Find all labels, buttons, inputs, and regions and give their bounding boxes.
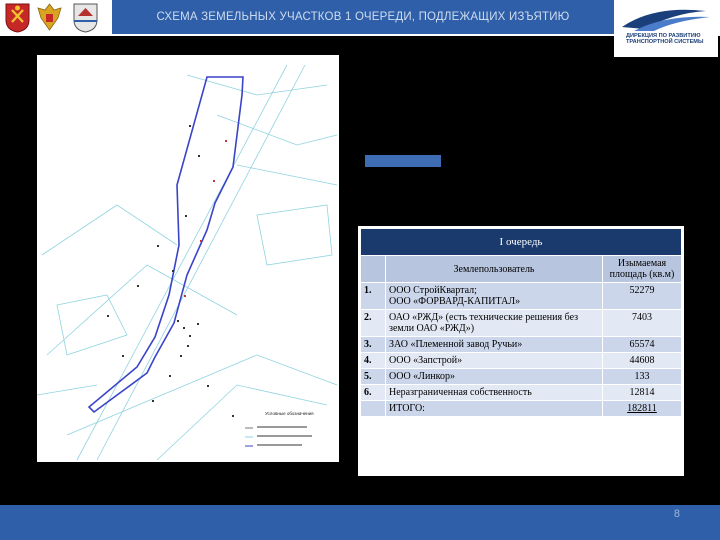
seizure-table: I очередь Землепользователь Изымаемая пл… — [358, 226, 684, 476]
page-number: 8 — [673, 508, 680, 520]
blue-marker-bar — [365, 155, 441, 167]
column-header-area: Изымаемая площадь (кв.м) — [602, 255, 682, 283]
eagle-emblem-icon — [37, 3, 62, 31]
region-shield-icon — [73, 3, 98, 33]
logo-text: ДИРЕКЦИЯ ПО РАЗВИТИЮ ТРАНСПОРТНОЙ СИСТЕМ… — [626, 33, 704, 46]
table-row: 6. Неразграниченная собственность 12814 — [360, 384, 682, 401]
map-drawing: Условные обозначения — [36, 64, 338, 461]
table-row: 3. ЗАО «Племенной завод Ручьи» 65574 — [360, 336, 682, 353]
company-logo: ДИРЕКЦИЯ ПО РАЗВИТИЮ ТРАНСПОРТНОЙ СИСТЕМ… — [614, 1, 718, 57]
column-header-user: Землепользователь — [385, 255, 603, 283]
table-row: 1. ООО СтройКвартал; ООО «ФОРВАРД-КАПИТАЛ… — [360, 282, 682, 310]
map-legend: Условные обозначения — [245, 411, 314, 447]
page-title: СХЕМА ЗЕМЕЛЬНЫХ УЧАСТКОВ 1 ОЧЕРЕДИ, ПОДЛ… — [156, 11, 570, 23]
total-value: 182811 — [602, 400, 682, 417]
table-row: 4. ООО «Запстрой» 44608 — [360, 352, 682, 369]
table-row: 2. ОАО «РЖД» (есть технические решения б… — [360, 309, 682, 337]
coat-of-arms-icon — [5, 3, 30, 33]
table-total-row: ИТОГО: 182811 — [360, 400, 682, 417]
land-plot-map: Условные обозначения — [36, 55, 339, 462]
header: СХЕМА ЗЕМЕЛЬНЫХ УЧАСТКОВ 1 ОЧЕРЕДИ, ПОДЛ… — [0, 0, 720, 57]
map-legend-title: Условные обозначения — [265, 411, 314, 416]
total-label: ИТОГО: — [385, 400, 603, 417]
table-title: I очередь — [360, 228, 682, 256]
footer-bar — [0, 505, 720, 540]
swoosh-logo-icon — [622, 9, 710, 31]
table-row: 5. ООО «Линкор» 133 — [360, 368, 682, 385]
